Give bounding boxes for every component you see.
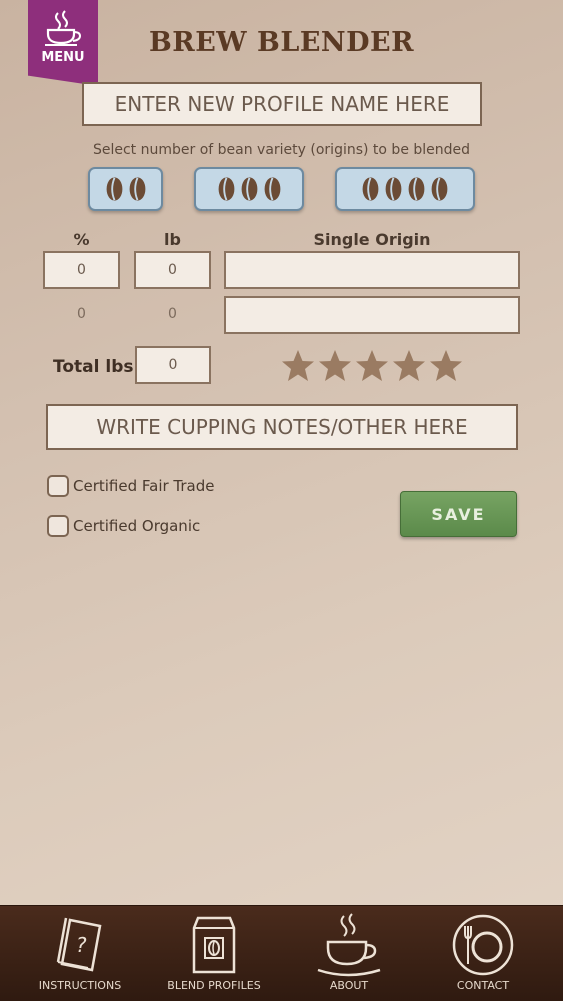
nav-instructions[interactable]: ? INSTRUCTIONS [30, 906, 130, 1001]
nav-contact-label: CONTACT [456, 979, 510, 992]
origin-select-hint: Select number of bean variety (origins) … [92, 142, 471, 158]
star-icon[interactable] [281, 349, 315, 383]
cupping-notes-input[interactable]: WRITE CUPPING NOTES/OTHER HERE [46, 404, 518, 450]
star-icon[interactable] [392, 349, 426, 383]
origins-4-button[interactable] [335, 167, 475, 211]
origins-2-button[interactable] [88, 167, 163, 211]
cupping-notes-placeholder: WRITE CUPPING NOTES/OTHER HERE [96, 415, 468, 439]
fair-trade-option[interactable]: Certified Fair Trade [47, 475, 215, 497]
svg-text:?: ? [76, 933, 87, 957]
row2-origin-input[interactable] [224, 296, 520, 334]
coffee-bean-icon [408, 177, 425, 201]
profile-name-placeholder: ENTER NEW PROFILE NAME HERE [114, 92, 450, 116]
coffee-bean-icon [106, 177, 122, 201]
organic-checkbox[interactable] [47, 515, 69, 537]
bottom-nav: ? INSTRUCTIONS BLEND PROFILES ABOUT CONT [0, 905, 563, 1001]
total-lbs-field: 0 [135, 346, 211, 384]
coffee-cup-icon [317, 913, 381, 977]
app-title: BREW BLENDER [148, 27, 415, 58]
coffee-bean-icon [129, 177, 145, 201]
total-lbs-label: Total lbs [53, 357, 134, 377]
row2-percent-value[interactable]: 0 [43, 306, 120, 322]
row1-percent-value: 0 [77, 262, 86, 278]
nav-blend-profiles-label: BLEND PROFILES [167, 979, 261, 992]
nav-blend-profiles[interactable]: BLEND PROFILES [164, 906, 264, 1001]
organic-option[interactable]: Certified Organic [47, 515, 200, 537]
coffee-bean-icon [264, 177, 280, 201]
save-button[interactable]: SAVE [400, 491, 517, 537]
single-origin-header: Single Origin [313, 230, 431, 249]
instructions-icon: ? [56, 917, 102, 972]
coffee-bag-icon [192, 916, 236, 974]
coffee-bean-icon [362, 177, 379, 201]
percent-header: % [73, 230, 90, 249]
fair-trade-checkbox[interactable] [47, 475, 69, 497]
star-icon[interactable] [318, 349, 352, 383]
star-icon[interactable] [355, 349, 389, 383]
origins-3-button[interactable] [194, 167, 304, 211]
profile-name-input[interactable]: ENTER NEW PROFILE NAME HERE [82, 82, 482, 126]
coffee-bean-icon [431, 177, 448, 201]
coffee-bean-icon [241, 177, 257, 201]
nav-about[interactable]: ABOUT [299, 906, 399, 1001]
coffee-bean-icon [385, 177, 402, 201]
rating-stars[interactable] [281, 349, 463, 383]
fair-trade-label: Certified Fair Trade [73, 477, 215, 495]
row1-lb-value: 0 [168, 262, 177, 278]
nav-instructions-label: INSTRUCTIONS [38, 979, 122, 992]
lb-header: lb [164, 230, 181, 249]
nav-about-label: ABOUT [329, 979, 369, 992]
row1-origin-input[interactable] [224, 251, 520, 289]
nav-contact[interactable]: CONTACT [433, 906, 533, 1001]
star-icon[interactable] [429, 349, 463, 383]
row1-percent-input[interactable]: 0 [43, 251, 120, 289]
row1-lb-input[interactable]: 0 [134, 251, 211, 289]
coffee-bean-icon [218, 177, 234, 201]
row2-lb-value[interactable]: 0 [134, 306, 211, 322]
total-lbs-value: 0 [168, 357, 178, 373]
organic-label: Certified Organic [73, 517, 201, 535]
contact-plate-icon [452, 914, 514, 976]
